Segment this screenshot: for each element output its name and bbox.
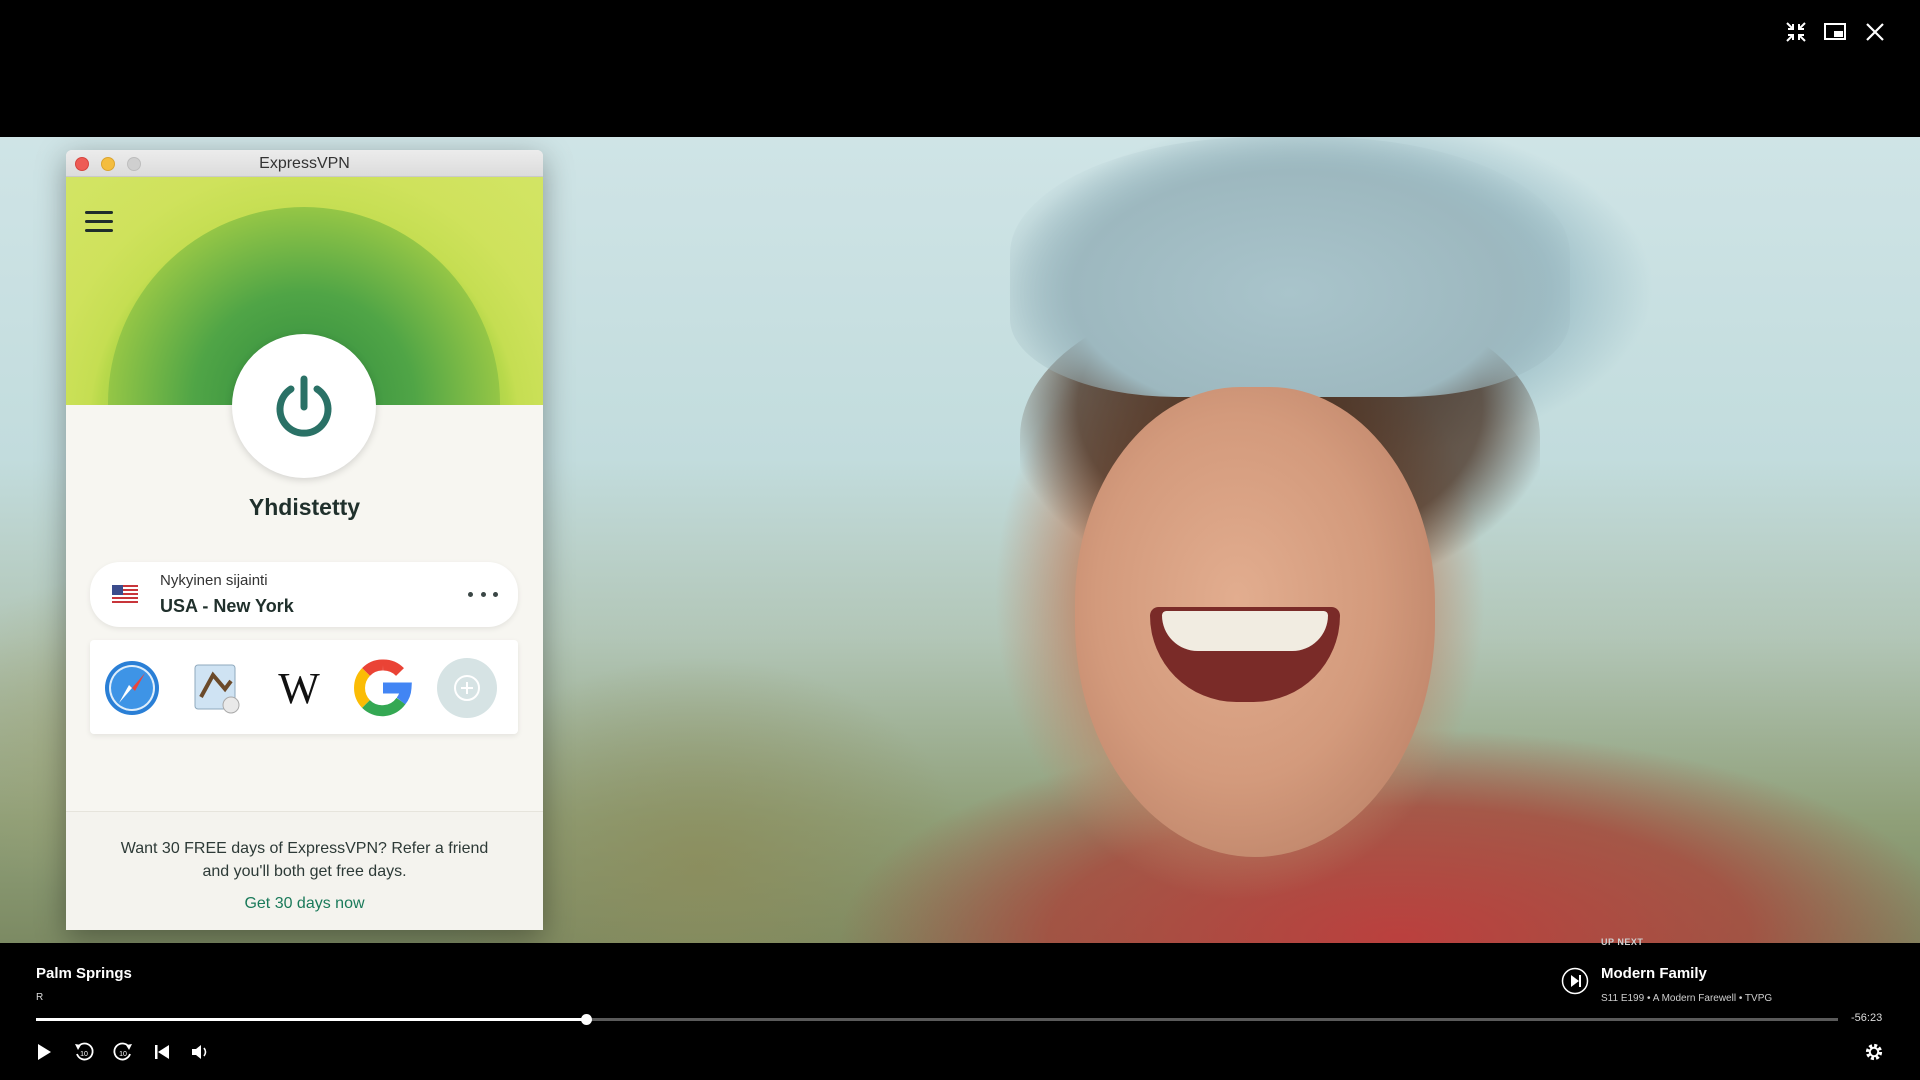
power-button[interactable]: [232, 334, 376, 478]
now-playing-title: Palm Springs: [36, 965, 132, 982]
wikipedia-icon[interactable]: W: [268, 657, 330, 719]
hamburger-menu-icon[interactable]: [85, 211, 113, 235]
referral-link[interactable]: Get 30 days now: [66, 895, 543, 913]
location-more-options-icon[interactable]: [468, 584, 498, 604]
svg-text:10: 10: [119, 1051, 127, 1058]
google-icon[interactable]: [352, 657, 414, 719]
video-figure-cap: [1010, 137, 1570, 397]
referral-text: Want 30 FREE days of ExpressVPN? Refer a…: [120, 840, 489, 880]
rewind-10-icon[interactable]: 10: [72, 1040, 96, 1064]
location-label: Nykyinen sijainti: [160, 572, 268, 589]
connection-status: Yhdistetty: [248, 494, 361, 520]
svg-text:10: 10: [80, 1051, 88, 1058]
skip-back-icon[interactable]: [150, 1040, 174, 1064]
up-next-title[interactable]: Modern Family: [1601, 965, 1707, 982]
video-player: ExpressVPN Yhdistetty Nykyinen sijainti …: [0, 0, 1920, 1080]
play-next-icon[interactable]: [1561, 967, 1589, 995]
picture-in-picture-icon[interactable]: [1821, 18, 1849, 46]
mail-icon[interactable]: [185, 657, 247, 719]
play-icon[interactable]: [32, 1040, 56, 1064]
close-icon[interactable]: [1861, 18, 1889, 46]
up-next-meta: S11 E199 • A Modern Farewell • TVPG: [1601, 993, 1773, 1004]
window-zoom-button[interactable]: [127, 157, 141, 171]
content-rating: R: [36, 992, 44, 1003]
progress-handle[interactable]: [580, 1014, 592, 1025]
shortcuts-bar: W: [90, 640, 518, 734]
progress-bar[interactable]: [36, 1014, 1838, 1025]
expressvpn-window: ExpressVPN Yhdistetty Nykyinen sijainti …: [66, 150, 543, 930]
vpn-titlebar[interactable]: ExpressVPN: [66, 150, 543, 177]
progress-fill: [36, 1018, 586, 1021]
settings-gear-icon[interactable]: [1862, 1040, 1886, 1064]
us-flag-icon: [112, 585, 138, 603]
location-value: USA - New York: [160, 596, 294, 616]
add-shortcut-icon[interactable]: [436, 657, 498, 719]
video-figure-teeth: [1162, 611, 1328, 651]
location-selector[interactable]: Nykyinen sijainti USA - New York: [90, 562, 518, 627]
window-minimize-button[interactable]: [101, 157, 115, 171]
up-next-label: UP NEXT: [1601, 937, 1644, 947]
safari-icon[interactable]: [101, 657, 163, 719]
power-icon: [276, 375, 332, 437]
exit-fullscreen-icon[interactable]: [1782, 18, 1810, 46]
forward-10-icon[interactable]: 10: [111, 1040, 135, 1064]
time-remaining: -56:23: [1851, 1012, 1883, 1024]
window-close-button[interactable]: [75, 157, 89, 171]
volume-icon[interactable]: [189, 1040, 213, 1064]
referral-footer: Want 30 FREE days of ExpressVPN? Refer a…: [66, 811, 543, 930]
window-title: ExpressVPN: [259, 155, 350, 172]
